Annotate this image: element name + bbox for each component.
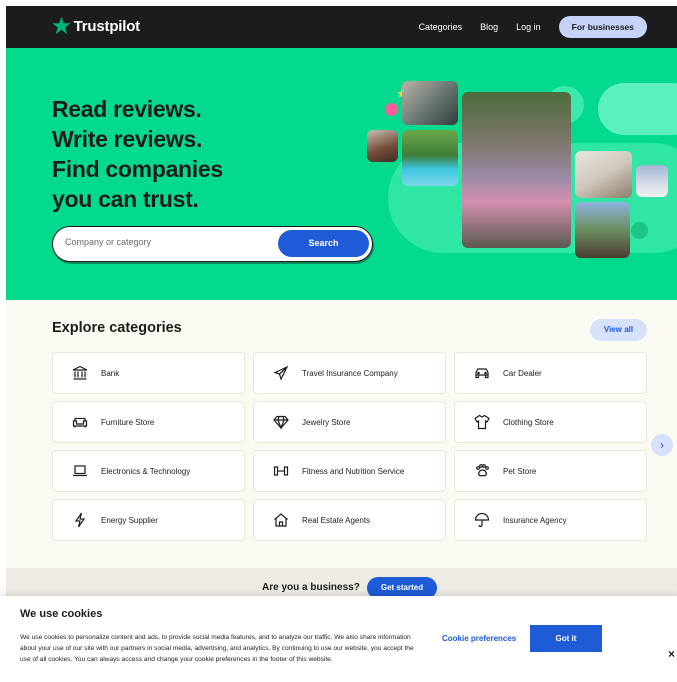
nav-login-link[interactable]: Log in — [516, 22, 541, 32]
review-photo — [402, 130, 458, 186]
category-label: Electronics & Technology — [101, 466, 191, 476]
brand-name: Trustpilot — [73, 18, 141, 35]
category-label: Furniture Store — [101, 417, 155, 427]
review-photo — [575, 202, 630, 258]
laptop-icon — [70, 461, 90, 481]
shirt-icon — [472, 412, 492, 432]
category-label: Travel Insurance Company — [302, 368, 398, 378]
decorative-shape — [598, 83, 677, 135]
search-input[interactable] — [65, 237, 265, 247]
category-label: Insurance Agency — [503, 515, 567, 525]
category-card-jewelry-store[interactable]: Jewelry Store — [253, 401, 446, 443]
category-label: Fitness and Nutrition Service — [302, 466, 405, 476]
review-photo — [636, 165, 668, 197]
cookie-title: We use cookies — [20, 608, 103, 620]
accept-cookies-button[interactable]: Got it — [530, 625, 602, 652]
category-label: Bank — [101, 368, 120, 378]
review-photo — [367, 130, 398, 162]
headline-line-4: you can trust. — [52, 186, 199, 212]
dumbbell-icon — [271, 461, 291, 481]
diamond-icon — [271, 412, 291, 432]
category-card-pet-store[interactable]: Pet Store — [454, 450, 647, 492]
cookie-banner: We use cookies We use cookies to persona… — [0, 596, 677, 682]
category-card-electronics-technology[interactable]: Electronics & Technology — [52, 450, 245, 492]
page: ★ Trustpilot Categories Blog Log in For … — [6, 6, 677, 682]
paw-icon — [472, 461, 492, 481]
category-grid: Bank Travel Insurance Company Car Dealer… — [52, 352, 647, 541]
category-card-insurance-agency[interactable]: Insurance Agency — [454, 499, 647, 541]
category-card-bank[interactable]: Bank — [52, 352, 245, 394]
nav-categories-link[interactable]: Categories — [419, 22, 463, 32]
sofa-icon — [70, 412, 90, 432]
hero-headline: Read reviews. Write reviews. Find compan… — [52, 94, 223, 214]
for-businesses-button[interactable]: For businesses — [558, 16, 647, 38]
umbrella-icon — [472, 510, 492, 530]
main-nav: Categories Blog Log in For businesses — [419, 16, 647, 38]
review-photo — [575, 151, 632, 198]
top-navigation-bar: ★ Trustpilot Categories Blog Log in For … — [6, 6, 677, 48]
category-card-car-dealer[interactable]: Car Dealer — [454, 352, 647, 394]
search-box: Search — [52, 226, 373, 262]
decorative-dot — [385, 103, 398, 116]
trustpilot-logo[interactable]: ★ Trustpilot — [52, 16, 140, 37]
nav-blog-link[interactable]: Blog — [480, 22, 498, 32]
category-label: Car Dealer — [503, 368, 542, 378]
hero-section: Read reviews. Write reviews. Find compan… — [6, 48, 677, 300]
house-icon — [271, 510, 291, 530]
category-card-energy-supplier[interactable]: Energy Supplier — [52, 499, 245, 541]
headline-line-2: Write reviews. — [52, 126, 203, 152]
category-card-real-estate[interactable]: Real Estate Agents — [253, 499, 446, 541]
category-card-furniture-store[interactable]: Furniture Store — [52, 401, 245, 443]
airplane-icon — [271, 363, 291, 383]
lightning-icon — [70, 510, 90, 530]
cookie-preferences-link[interactable]: Cookie preferences — [442, 634, 516, 643]
category-card-fitness-nutrition[interactable]: Fitness and Nutrition Service — [253, 450, 446, 492]
headline-line-1: Read reviews. — [52, 96, 202, 122]
category-label: Pet Store — [503, 466, 537, 476]
cookie-text: We use cookies to personalize content an… — [20, 634, 414, 663]
car-icon — [472, 363, 492, 383]
star-logo-icon: ★ — [52, 15, 71, 38]
review-photo — [402, 81, 458, 125]
decorative-dot — [631, 222, 648, 239]
headline-line-3: Find companies — [52, 156, 223, 182]
category-label: Jewelry Store — [302, 417, 351, 427]
view-all-button[interactable]: View all — [590, 319, 647, 341]
business-question: Are you a business? — [262, 582, 360, 593]
category-label: Clothing Store — [503, 417, 554, 427]
category-label: Energy Supplier — [101, 515, 158, 525]
bank-icon — [70, 363, 90, 383]
next-arrow-icon[interactable]: › — [651, 434, 673, 456]
review-photo — [462, 92, 571, 248]
search-button[interactable]: Search — [278, 230, 369, 257]
close-icon[interactable]: × — [668, 647, 675, 661]
category-label: Real Estate Agents — [302, 515, 371, 525]
explore-categories-heading: Explore categories — [52, 320, 182, 336]
category-card-clothing-store[interactable]: Clothing Store — [454, 401, 647, 443]
category-card-travel-insurance[interactable]: Travel Insurance Company — [253, 352, 446, 394]
